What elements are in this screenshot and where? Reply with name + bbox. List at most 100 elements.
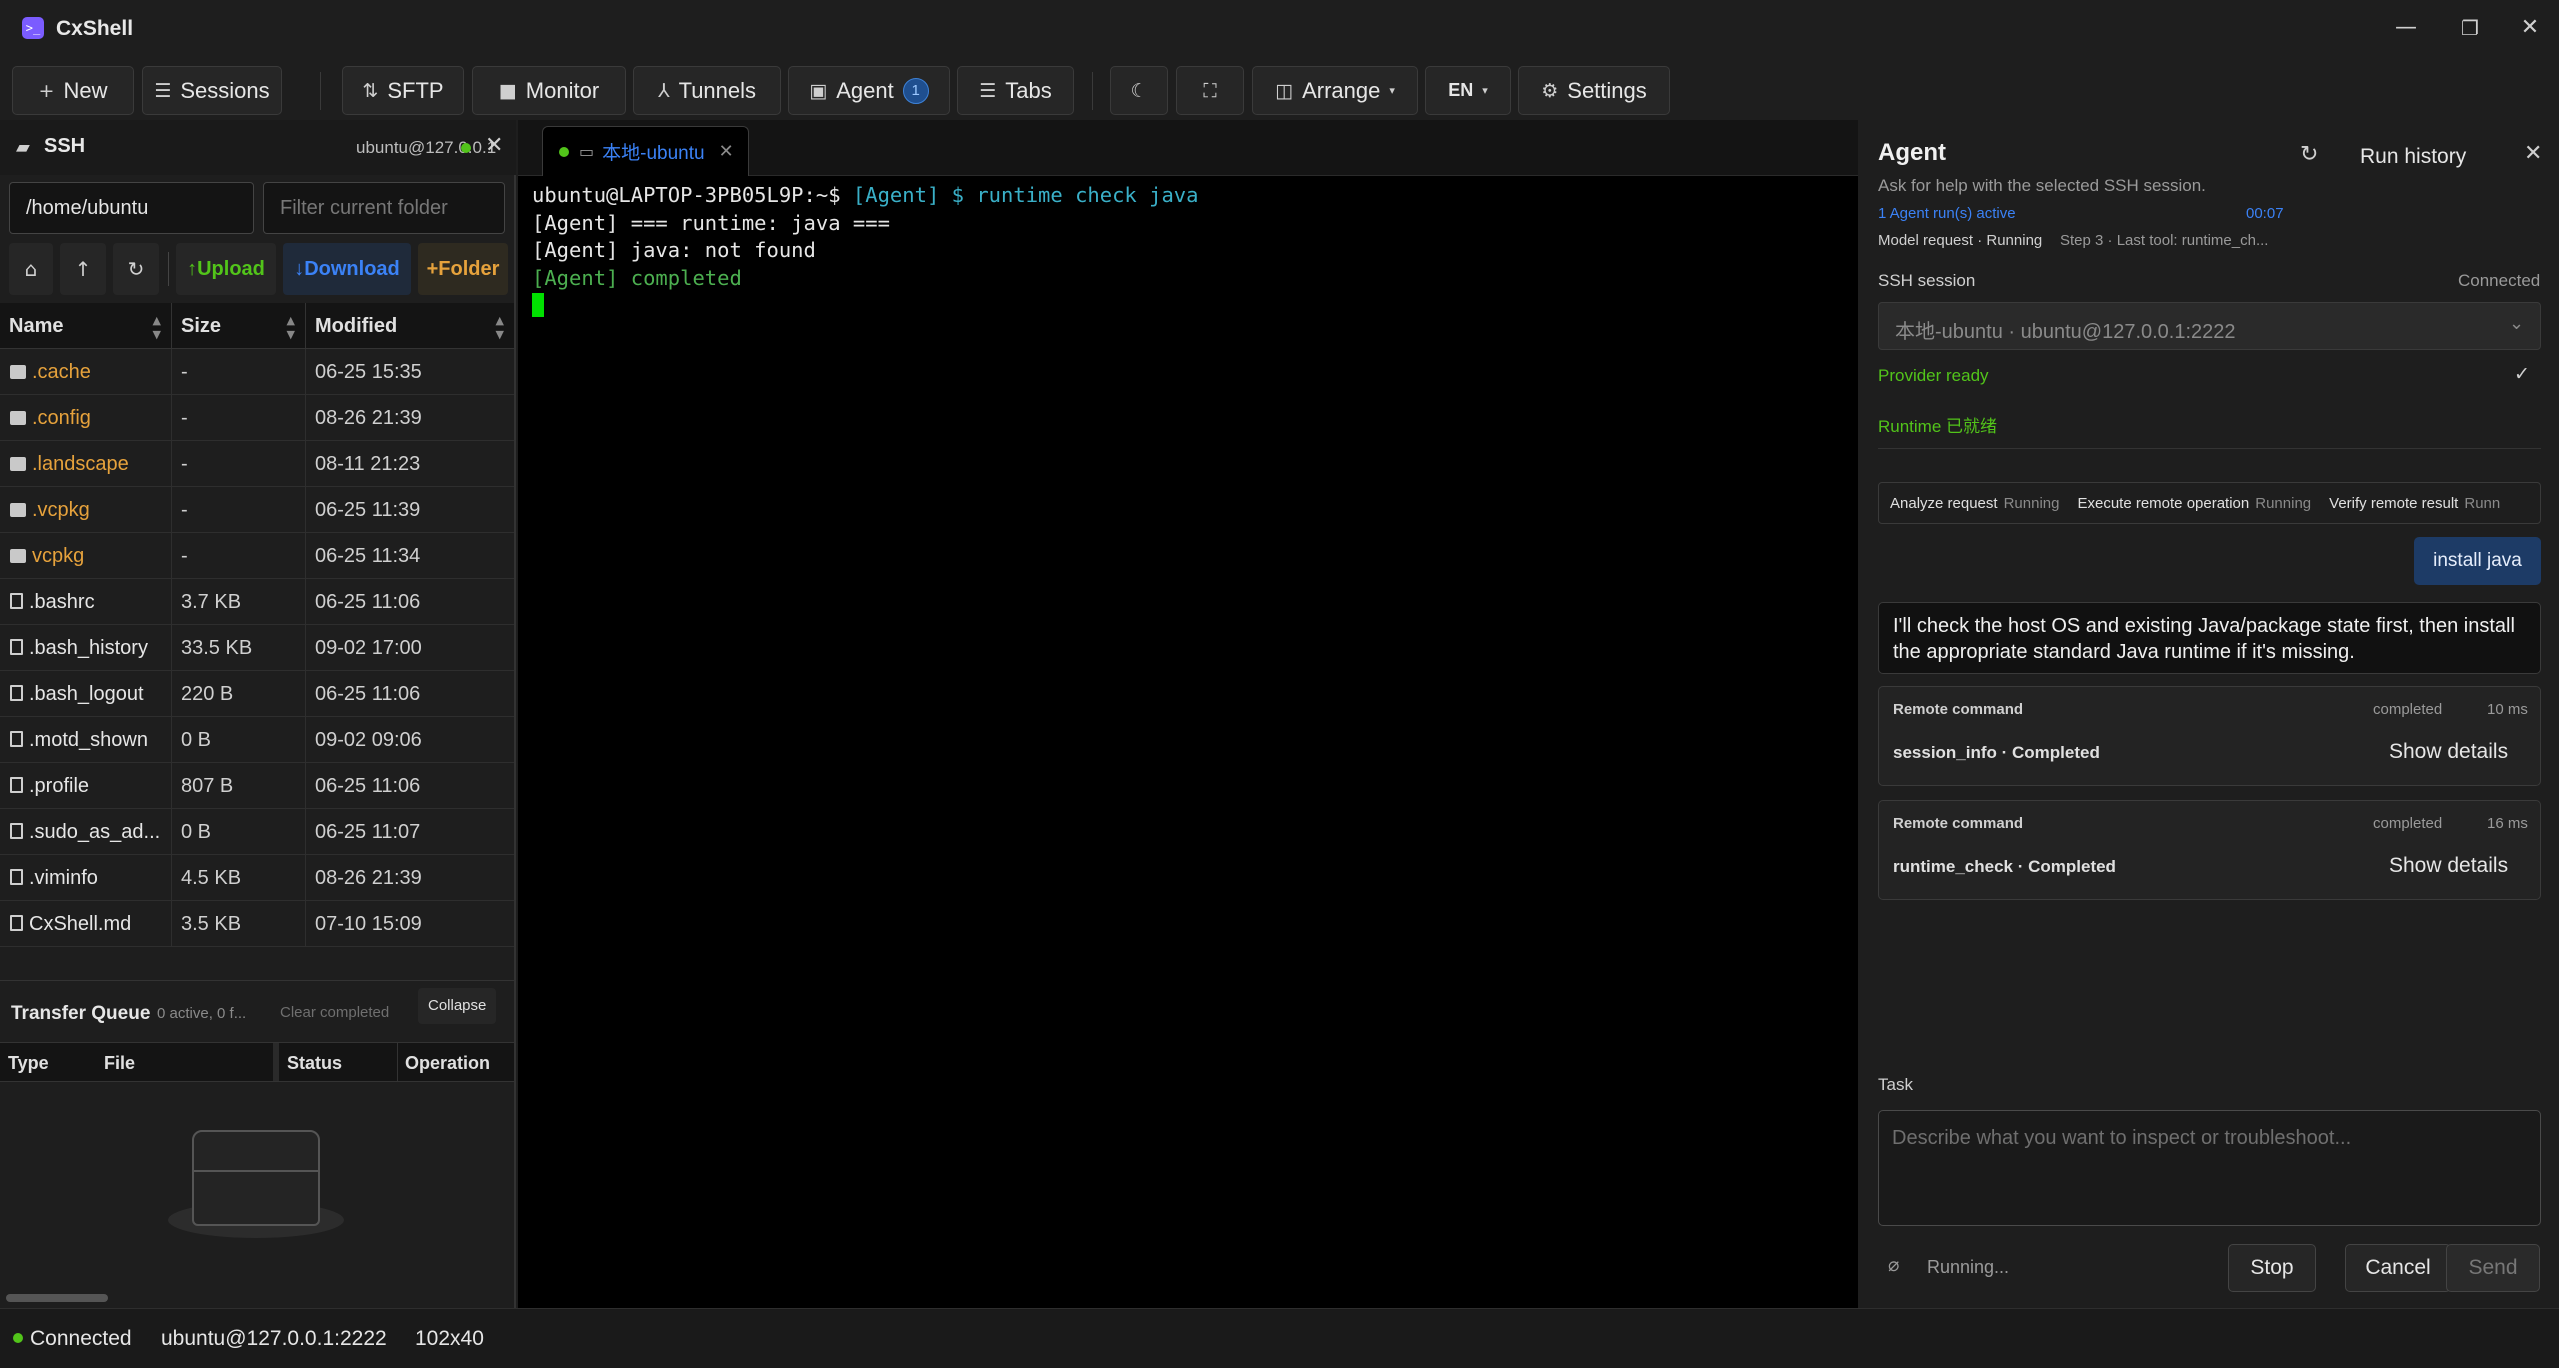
new-folder-button[interactable]: + Folder [418, 243, 508, 295]
file-modified: 06-25 11:07 [315, 821, 421, 843]
file-row[interactable]: .config -08-26 21:39 [0, 395, 514, 441]
file-row[interactable]: .motd_shown 0 B 09-02 09:06 [0, 717, 514, 763]
divider [1878, 448, 2541, 449]
sftp-button[interactable]: ⇅ SFTP [342, 66, 464, 115]
task-label: Task [1878, 1075, 1913, 1094]
step-info: Step 3 · Last tool: runtime_ch... [2060, 232, 2269, 249]
column-name[interactable]: Name ▲ ▼ [0, 303, 172, 349]
minimize-button[interactable]: — [2392, 14, 2420, 42]
file-table-header: Name ▲ ▼ Size ▲ ▼ Modified ▲ ▼ [0, 303, 514, 349]
cancel-button[interactable]: Cancel [2345, 1244, 2451, 1292]
session-connected-status: Connected [2458, 271, 2541, 290]
restore-button[interactable]: ❐ [2456, 14, 2484, 42]
column-modified[interactable]: Modified ▲ ▼ [306, 303, 514, 349]
filter-input[interactable]: Filter current folder [263, 182, 505, 234]
file-modified: 07-10 15:09 [315, 913, 422, 935]
agent-button[interactable]: ▣ Agent 1 [788, 66, 950, 115]
file-name: .motd_shown [29, 729, 148, 751]
column-status: Status [287, 1053, 343, 1073]
transfer-icon: ⇅ [362, 79, 379, 102]
refresh-icon[interactable]: ↻ [2300, 142, 2318, 167]
fullscreen-icon: ⛶ [1203, 79, 1217, 102]
divider [0, 980, 514, 981]
ssh-panel-header: ▰ SSH ubuntu@127.0.0.1 ✕ [0, 120, 516, 175]
agent-count-badge: 1 [902, 77, 929, 104]
close-panel-icon[interactable]: ✕ [485, 132, 503, 158]
file-size: 3.7 KB [172, 579, 306, 625]
file-icon [10, 915, 23, 931]
file-size: 0 B [172, 717, 306, 763]
file-modified: 06-25 11:06 [315, 775, 421, 797]
file-row[interactable]: CxShell.md 3.5 KB 07-10 15:09 [0, 901, 514, 947]
file-size: 3.5 KB [172, 901, 306, 947]
file-row[interactable]: .vcpkg -06-25 11:39 [0, 487, 514, 533]
arrow-up-icon: ↑ [74, 257, 92, 281]
step-execute: Execute remote operation Running [2077, 495, 2312, 512]
terminal-output[interactable]: ubuntu@LAPTOP-3PB05L9P:~$ [Agent] $ runt… [532, 182, 1198, 320]
send-button[interactable]: Send [2446, 1244, 2540, 1292]
ssh-session-value: 本地-ubuntu · ubuntu@127.0.0.1:2222 [1895, 321, 2236, 343]
upload-icon: ↑ [187, 257, 198, 280]
home-button[interactable]: ⌂ [9, 243, 53, 295]
clear-completed-button[interactable]: Clear completed [280, 996, 389, 1030]
assistant-message: I'll check the host OS and existing Java… [1878, 602, 2541, 674]
user-message: install java [2414, 537, 2541, 585]
language-dropdown[interactable]: EN ▾ [1425, 66, 1511, 115]
agent-icon: ▣ [809, 79, 828, 102]
fullscreen-button[interactable]: ⛶ [1176, 66, 1244, 115]
upload-button[interactable]: ↑ Upload [176, 243, 276, 295]
show-details-button[interactable]: Show details [2389, 740, 2508, 764]
file-modified: 08-11 21:23 [315, 453, 421, 475]
close-window-button[interactable]: ✕ [2516, 14, 2544, 42]
stop-button[interactable]: Stop [2228, 1244, 2316, 1292]
tunnels-button[interactable]: ⅄ Tunnels [633, 66, 781, 115]
column-resizer[interactable] [273, 1043, 279, 1081]
agent-subtitle: Ask for help with the selected SSH sessi… [1878, 176, 2206, 195]
file-row[interactable]: .cache -06-25 15:35 [0, 349, 514, 395]
arrange-dropdown[interactable]: ◫ Arrange ▾ [1252, 66, 1418, 115]
download-button[interactable]: ↓ Download [283, 243, 411, 295]
up-directory-button[interactable]: ↑ [60, 243, 106, 295]
tab-local-ubuntu[interactable]: ▭ 本地-ubuntu ✕ [542, 126, 749, 176]
command-duration: 16 ms [2487, 815, 2528, 832]
file-row[interactable]: .bashrc 3.7 KB 06-25 11:06 [0, 579, 514, 625]
file-size: 807 B [172, 763, 306, 809]
file-row[interactable]: .profile 807 B 06-25 11:06 [0, 763, 514, 809]
file-row[interactable]: .landscape -08-11 21:23 [0, 441, 514, 487]
refresh-icon: ↻ [127, 257, 145, 281]
monitor-icon: ■ [498, 79, 517, 102]
close-agent-icon[interactable]: ✕ [2524, 140, 2542, 166]
file-icon [10, 731, 23, 747]
file-row[interactable]: vcpkg -06-25 11:34 [0, 533, 514, 579]
attach-icon[interactable]: ⌀ [1888, 1254, 1899, 1276]
settings-button[interactable]: ⚙ Settings [1518, 66, 1670, 115]
new-button[interactable]: + New [12, 66, 134, 115]
sessions-button[interactable]: ☰ Sessions [142, 66, 282, 115]
toolbar-divider [1092, 72, 1093, 110]
ssh-session-label: SSH session [1878, 271, 1976, 290]
refresh-button[interactable]: ↻ [113, 243, 159, 295]
terminal-app-icon: >_ [22, 17, 44, 39]
file-row[interactable]: .bash_logout 220 B 06-25 11:06 [0, 671, 514, 717]
column-size[interactable]: Size ▲ ▼ [172, 303, 306, 349]
run-history-button[interactable]: Run history [2360, 145, 2466, 169]
ssh-session-select[interactable]: 本地-ubuntu · ubuntu@127.0.0.1:2222 ⌄ [1878, 302, 2541, 350]
task-input[interactable]: Describe what you want to inspect or tro… [1878, 1110, 2541, 1226]
check-circle-icon: ✓ [2514, 364, 2530, 385]
show-details-button[interactable]: Show details [2389, 854, 2508, 878]
tabs-button[interactable]: ☰ Tabs [957, 66, 1074, 115]
file-row[interactable]: .sudo_as_ad... 0 B 06-25 11:07 [0, 809, 514, 855]
home-icon: ⌂ [24, 257, 38, 281]
file-modified: 06-25 15:35 [315, 361, 422, 383]
theme-toggle-button[interactable]: ☾ [1110, 66, 1168, 115]
collapse-button[interactable]: Collapse [418, 988, 497, 1024]
close-tab-icon[interactable]: ✕ [719, 141, 734, 162]
toolbar-divider [320, 72, 321, 110]
remote-command-label: Remote command [1893, 701, 2024, 718]
monitor-button[interactable]: ■ Monitor [472, 66, 626, 115]
title-bar: >_ CxShell — ❐ ✕ [0, 0, 2559, 58]
path-input[interactable]: /home/ubuntu [9, 182, 254, 234]
file-row[interactable]: .bash_history 33.5 KB 09-02 17:00 [0, 625, 514, 671]
terminal-line: [Agent] === runtime: java === [532, 210, 890, 235]
file-row[interactable]: .viminfo 4.5 KB 08-26 21:39 [0, 855, 514, 901]
